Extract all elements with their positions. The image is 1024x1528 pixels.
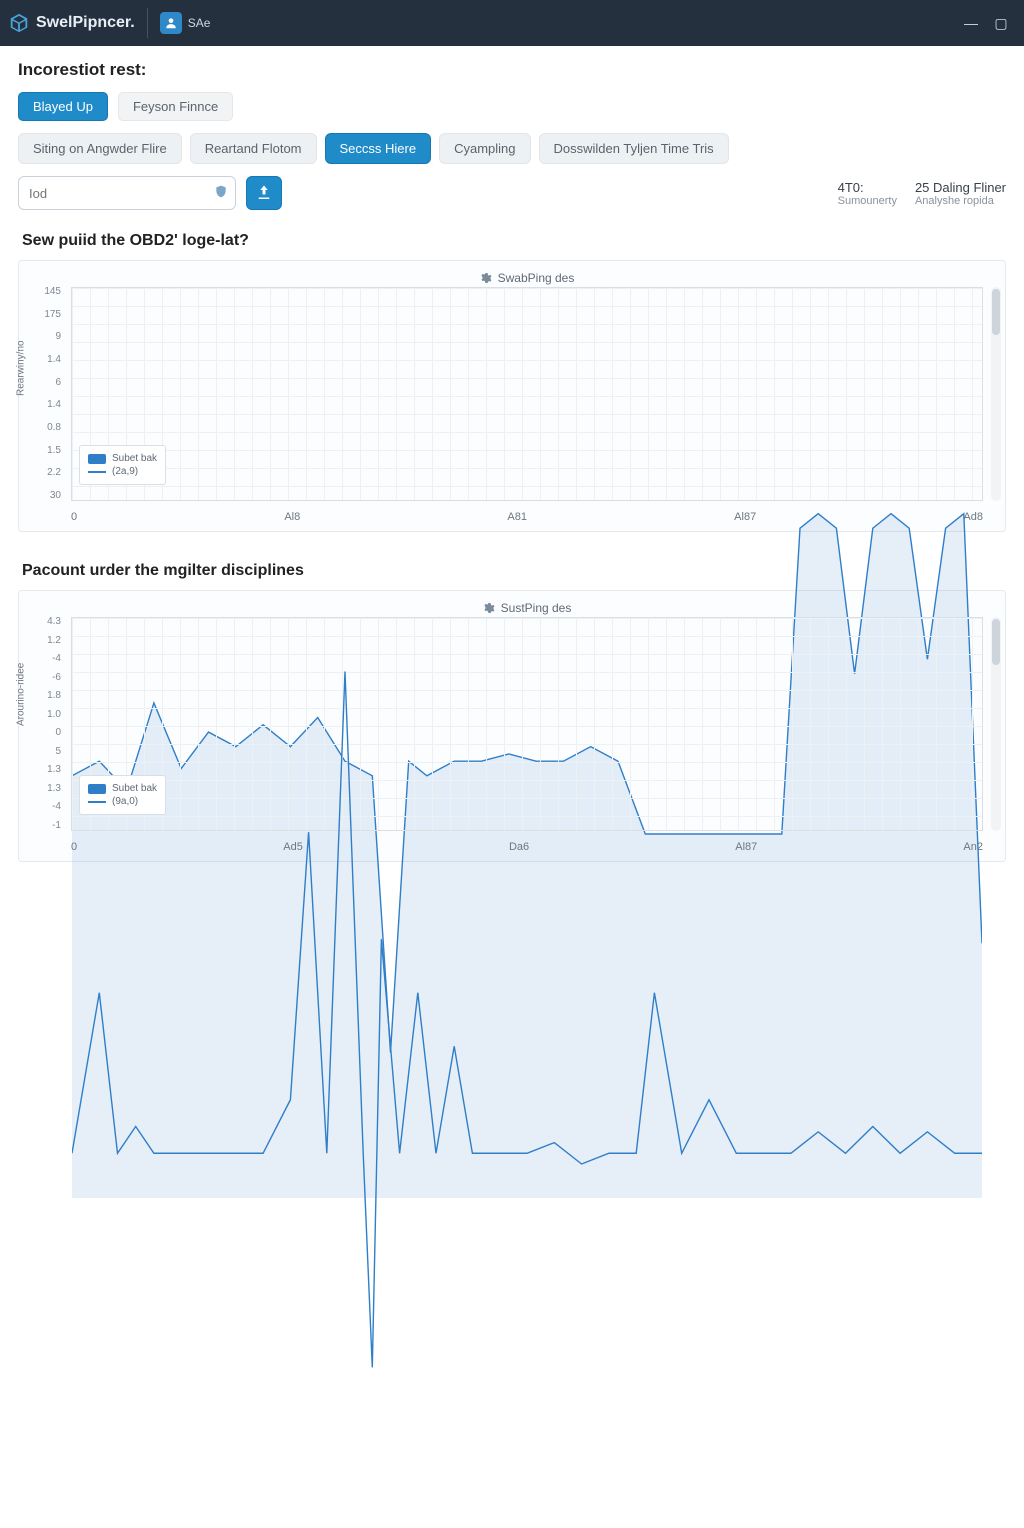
meta2-value: 25 Daling Fliner [915,180,1006,195]
chart2-scrollbar[interactable] [991,617,1001,831]
app-header: SwelPipncer. SAe — ▢ [0,0,1024,46]
cube-icon [8,12,30,34]
shield-icon [214,185,228,202]
context-badge[interactable]: SAe [160,12,211,34]
chart1-scrollbar[interactable] [991,287,1001,501]
mode-pill-primary[interactable]: Blayed Up [18,92,108,121]
tab-2[interactable]: Seccss Hiere [325,133,432,164]
divider [147,8,148,38]
brand-name: SwelPipncer. [36,14,135,32]
chart1-yaxis: 14517591.461.40.81.52.230 [19,287,65,501]
page-title: Incorestiot rest: [18,60,1006,80]
tab-3[interactable]: Cyampling [439,133,530,164]
tab-row: Siting on Angwder Flire Reartand Flotom … [18,133,1006,164]
tab-4[interactable]: Dosswilden Tyljen Time Tris [539,133,729,164]
chart1-plot [71,287,983,501]
mode-pill-secondary[interactable]: Feyson Finnce [118,92,233,121]
chart2-plot [71,617,983,831]
legend2a: Subet bak [112,783,157,794]
chart-panel-1: SwabPing des Rearwiny/no 14517591.461.40… [18,260,1006,532]
panel1-title: Sew puiid the OBD2' loge-lat? [18,220,1006,260]
chart2-yaxis: 4.31.2-4-61.81.0051.31.3-4-1 [19,617,65,831]
meta2-label: Analyshe ropida [915,195,1006,207]
brand: SwelPipncer. [8,12,135,34]
context-badge-label: SAe [188,16,211,30]
chart-panel-2: SustPing des Arourino-ridee 4.31.2-4-61.… [18,590,1006,862]
meta1-value: 4T0: [838,180,897,195]
tab-1[interactable]: Reartand Flotom [190,133,317,164]
summary-meta: 4T0: Sumounerty 25 Daling Fliner Analysh… [838,180,1006,207]
export-icon [255,184,273,202]
tab-0[interactable]: Siting on Angwder Flire [18,133,182,164]
meta1-label: Sumounerty [838,195,897,207]
gear-icon[interactable] [480,272,492,284]
legend2b: (9a,0) [112,796,138,807]
person-icon [160,12,182,34]
search-input[interactable] [18,176,236,210]
chart1-xaxis: 0Al8A81Al87Ad8 [71,511,983,523]
legend1b: (2a,9) [112,466,138,477]
maximize-button[interactable]: ▢ [986,10,1016,36]
chart1-label: SwabPing des [498,271,575,285]
minimize-button[interactable]: — [956,10,986,36]
chart1-legend: Subet bak (2a,9) [79,445,166,485]
run-button[interactable] [246,176,282,210]
gear-icon[interactable] [483,602,495,614]
chart2-xaxis: 0Ad5Da6Al87An2 [71,841,983,853]
legend1a: Subet bak [112,453,157,464]
chart2-label: SustPing des [501,601,572,615]
chart2-legend: Subet bak (9a,0) [79,775,166,815]
